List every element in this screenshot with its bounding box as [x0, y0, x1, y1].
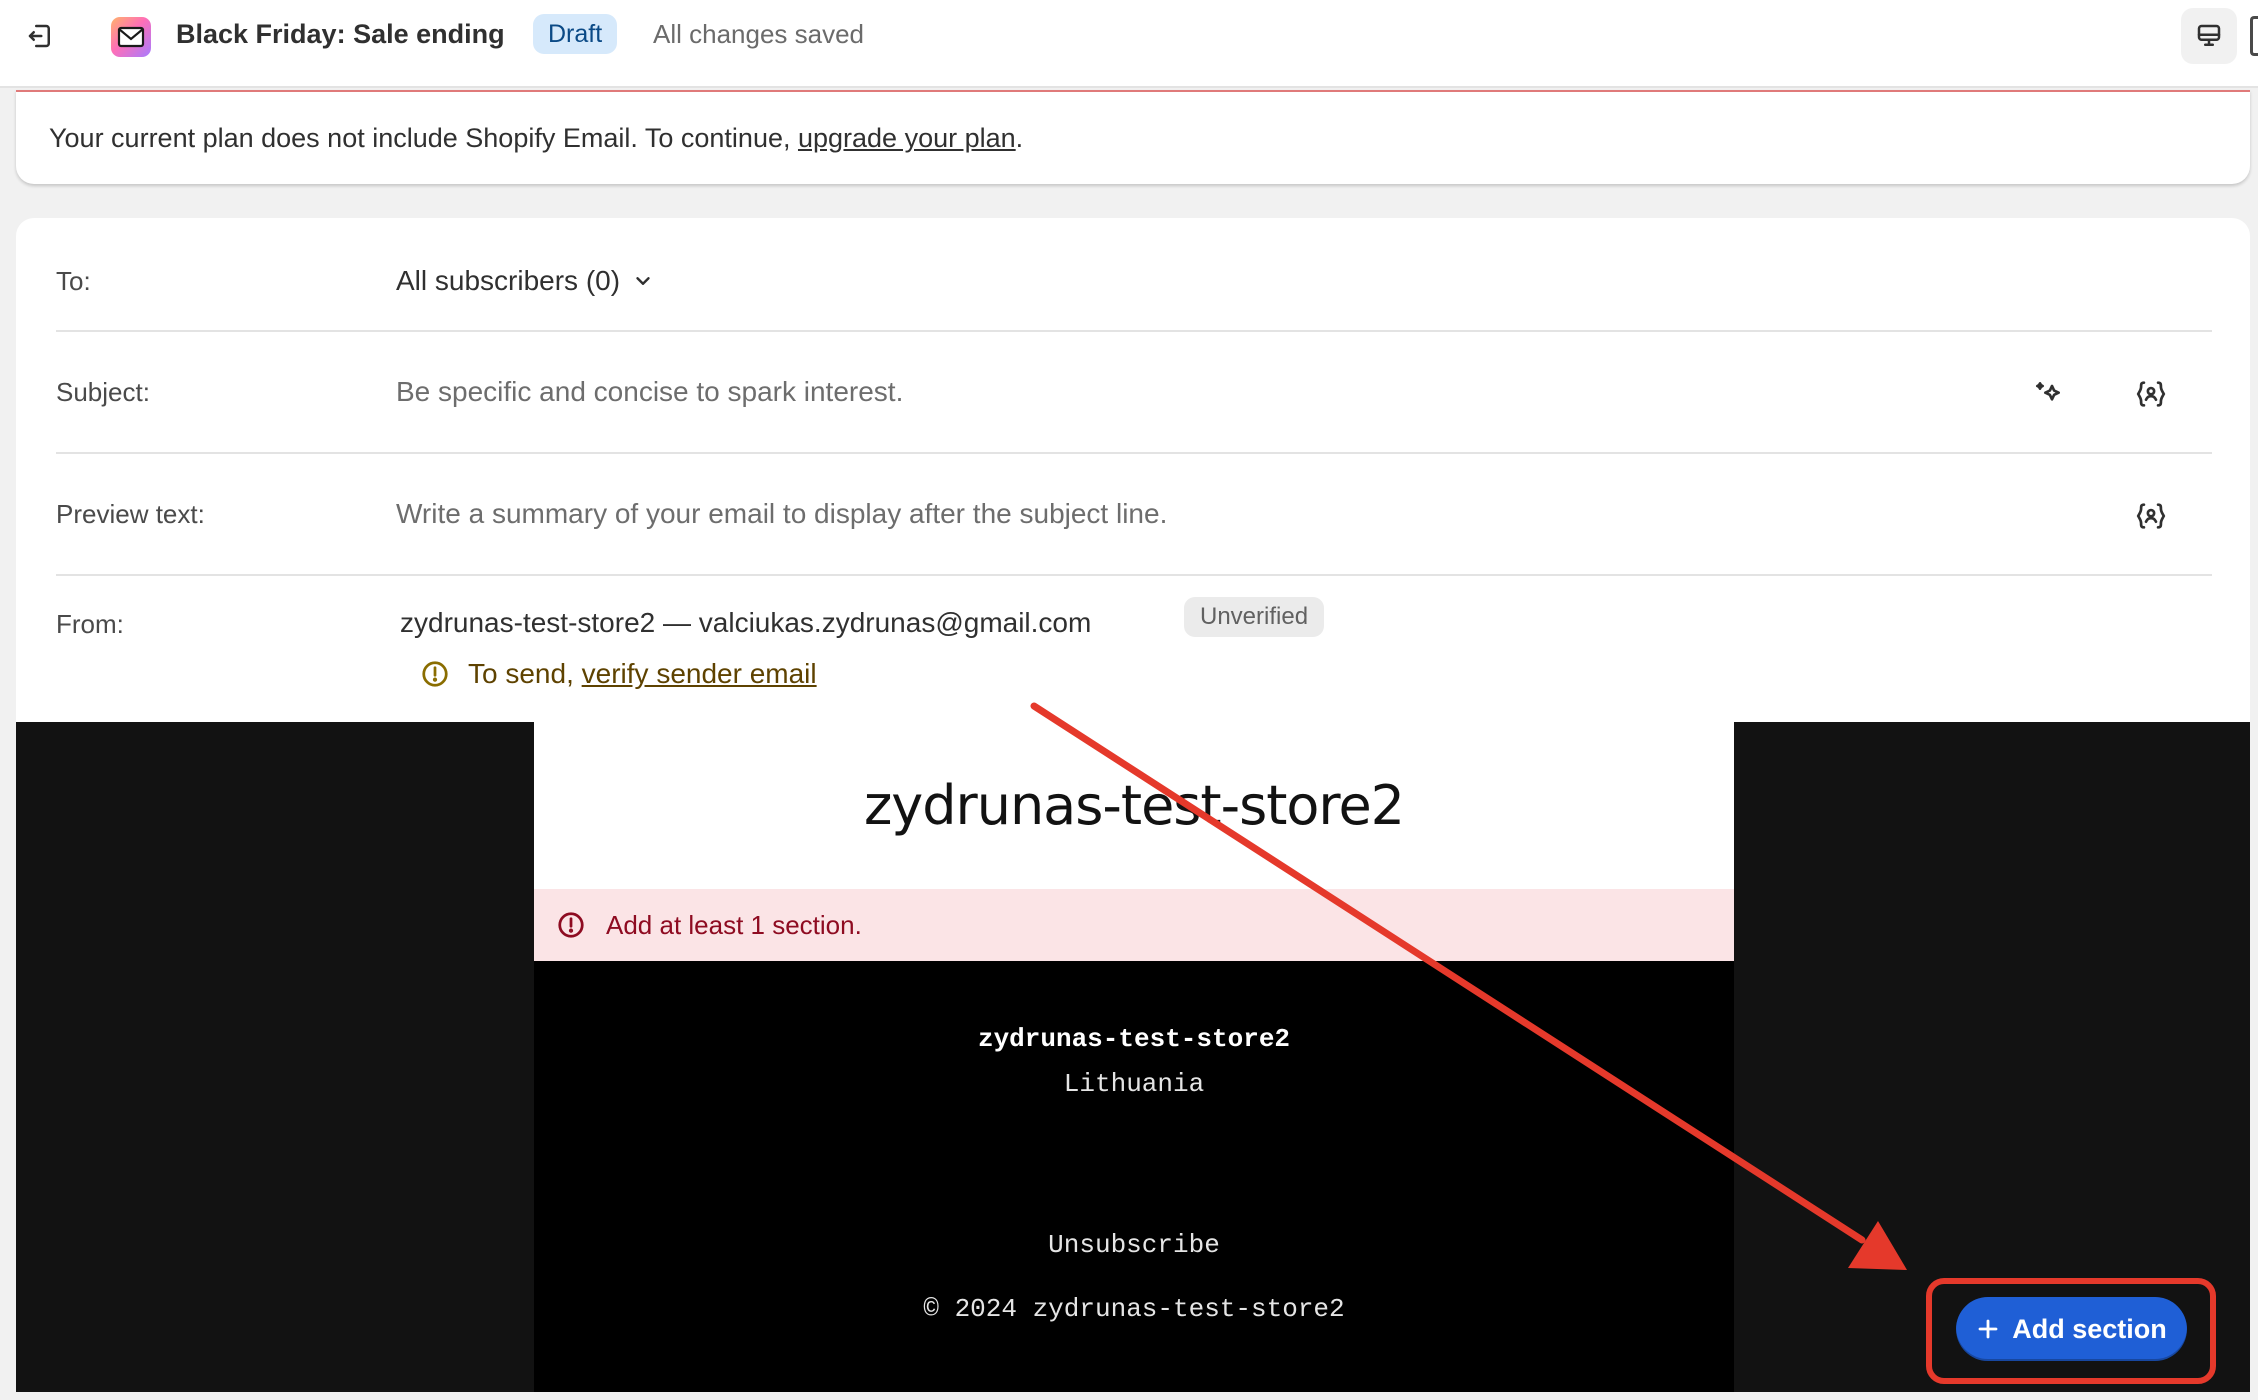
- recipients-value: All subscribers (0): [396, 265, 621, 296]
- email-title: Black Friday: Sale ending: [176, 19, 505, 49]
- banner-text: Your current plan does not include Shopi…: [49, 120, 1023, 156]
- banner-message: Your current plan does not include Shopi…: [49, 123, 798, 153]
- exit-icon: [28, 24, 50, 48]
- subject-personalize-button[interactable]: [2129, 372, 2173, 416]
- footer-country: Lithuania: [1063, 1069, 1205, 1099]
- email-header[interactable]: zydrunas-test-store2: [534, 722, 1734, 889]
- divider: [56, 330, 2212, 332]
- top-bar: Black Friday: Sale ending Draft All chan…: [0, 0, 2258, 88]
- banner-period: .: [1015, 123, 1024, 153]
- add-section-label: Add section: [2012, 1313, 2167, 1344]
- sparkle-icon: [2036, 382, 2060, 401]
- error-circle-icon: [558, 912, 584, 938]
- to-label: To:: [56, 266, 91, 296]
- upgrade-plan-link[interactable]: upgrade your plan: [798, 123, 1016, 153]
- preview-personalize-button[interactable]: [2129, 494, 2173, 538]
- generate-subject-button[interactable]: [2026, 372, 2070, 416]
- divider: [56, 574, 2212, 576]
- recipients-select[interactable]: All subscribers (0): [396, 263, 654, 299]
- warning-circle-icon: [422, 661, 448, 687]
- subject-label: Subject:: [56, 377, 150, 407]
- unverified-badge: Unverified: [1184, 597, 1325, 637]
- email-details-card: To: All subscribers (0) Subject: Be spec…: [16, 218, 2250, 722]
- plus-icon: [1978, 1319, 1998, 1339]
- unsubscribe-link[interactable]: Unsubscribe: [534, 1230, 1734, 1260]
- subject-input[interactable]: Be specific and concise to spark interes…: [396, 374, 903, 410]
- warning-prefix: To send,: [468, 658, 582, 689]
- sender-value: zydrunas-test-store2 — valciukas.zydruna…: [400, 607, 1092, 638]
- verify-sender-link[interactable]: verify sender email: [582, 658, 817, 689]
- status-badge: Draft: [533, 14, 618, 54]
- save-status: All changes saved: [653, 19, 865, 49]
- chevron-down-icon: [636, 277, 650, 285]
- personalize-icon: [2136, 503, 2166, 529]
- verify-sender-warning: To send, verify sender email: [420, 656, 817, 692]
- section-error-text: Add at least 1 section.: [606, 909, 862, 940]
- header-store-name: zydrunas-test-store2: [863, 774, 1405, 837]
- email-app-icon: [111, 17, 151, 57]
- footer-store-name: zydrunas-test-store2: [977, 1024, 1291, 1054]
- email-preview: zydrunas-test-store2 Add at least 1 sect…: [16, 722, 2250, 1392]
- desktop-preview-toggle[interactable]: [2181, 8, 2237, 64]
- personalize-icon: [2136, 381, 2166, 407]
- desktop-icon: [2197, 24, 2221, 46]
- plan-banner: Your current plan does not include Shopi…: [16, 90, 2250, 184]
- mobile-preview-toggle[interactable]: [2250, 16, 2258, 56]
- exit-button[interactable]: [18, 14, 62, 58]
- preview-text-label: Preview text:: [56, 499, 205, 529]
- preview-text-input[interactable]: Write a summary of your email to display…: [396, 496, 1167, 532]
- section-error: Add at least 1 section.: [534, 889, 1734, 961]
- from-label: From:: [56, 609, 124, 639]
- add-section-button[interactable]: Add section: [1956, 1297, 2187, 1361]
- footer-copyright: © 2024 zydrunas-test-store2: [923, 1294, 1345, 1324]
- divider: [56, 452, 2212, 454]
- email-canvas: zydrunas-test-store2 Add at least 1 sect…: [534, 722, 1734, 1392]
